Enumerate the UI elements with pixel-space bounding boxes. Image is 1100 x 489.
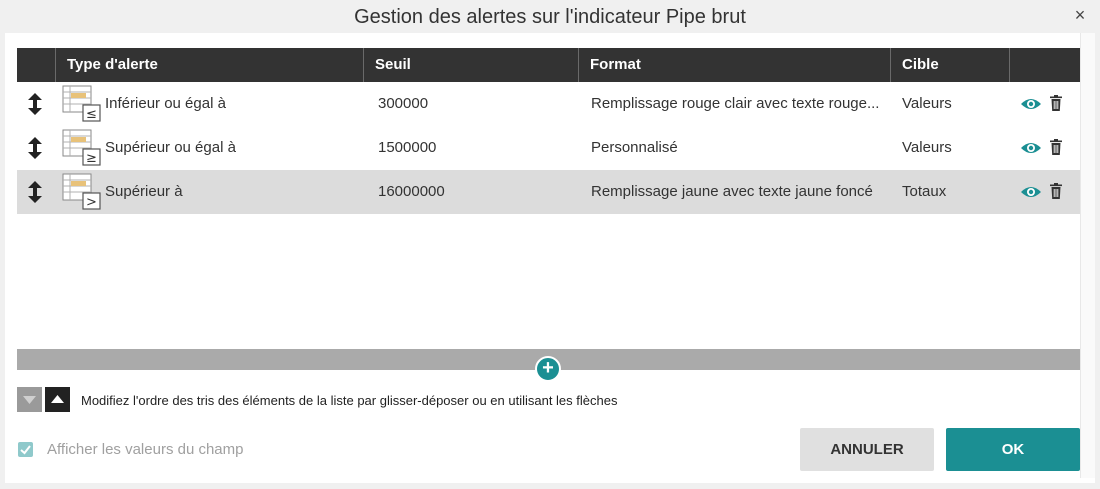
- vertical-scrollbar[interactable]: [1080, 33, 1095, 478]
- svg-text:≥: ≥: [86, 151, 97, 166]
- triangle-up-icon: [51, 395, 64, 403]
- show-values-label: Afficher les valeurs du champ: [47, 441, 244, 458]
- drag-handle-icon[interactable]: [27, 93, 43, 115]
- svg-text:≤: ≤: [86, 107, 97, 122]
- move-up-button[interactable]: [45, 387, 70, 412]
- threshold-cell: 16000000: [378, 183, 445, 200]
- grid-body: ≤ Inférieur ou égal à 300000 Remplissage…: [17, 82, 1080, 214]
- alerts-dialog: Gestion des alertes sur l'indicateur Pip…: [0, 0, 1100, 489]
- greater-than-grid-icon: >: [62, 173, 101, 210]
- greater-or-equal-grid-icon: ≥: [62, 129, 101, 166]
- sort-hint-text: Modifiez l'ordre des tris des éléments d…: [81, 393, 618, 408]
- eye-icon[interactable]: [1020, 97, 1042, 111]
- alert-type-cell: Supérieur à: [105, 183, 183, 200]
- trash-icon[interactable]: [1050, 95, 1062, 111]
- alerts-grid: Type d'alerte Seuil Format Cible ≤ Infér…: [17, 48, 1080, 214]
- header-format[interactable]: Format: [578, 48, 890, 82]
- add-alert-button[interactable]: +: [535, 356, 561, 382]
- eye-icon[interactable]: [1020, 185, 1042, 199]
- format-cell: Remplissage rouge clair avec texte rouge…: [591, 95, 880, 112]
- drag-handle-icon[interactable]: [27, 137, 43, 159]
- grid-header: Type d'alerte Seuil Format Cible: [17, 48, 1080, 82]
- eye-icon[interactable]: [1020, 141, 1042, 155]
- target-cell: Totaux: [902, 183, 947, 200]
- threshold-cell: 300000: [378, 95, 429, 112]
- alert-type-cell: Supérieur ou égal à: [105, 139, 236, 156]
- svg-text:>: >: [86, 195, 97, 210]
- close-button[interactable]: ×: [1072, 5, 1088, 25]
- dialog-content: Type d'alerte Seuil Format Cible ≤ Infér…: [5, 33, 1095, 483]
- header-order: [17, 48, 55, 82]
- trash-icon[interactable]: [1050, 183, 1062, 199]
- ok-button[interactable]: OK: [946, 428, 1080, 471]
- format-cell: Personnalisé: [591, 139, 678, 156]
- table-row[interactable]: ≥ Supérieur ou égal à 1500000 Personnali…: [17, 126, 1080, 170]
- cancel-button[interactable]: ANNULER: [800, 428, 934, 471]
- target-cell: Valeurs: [902, 95, 952, 112]
- format-cell: Remplissage jaune avec texte jaune foncé: [591, 183, 873, 200]
- trash-icon[interactable]: [1050, 139, 1062, 155]
- triangle-down-icon: [23, 396, 36, 404]
- show-values-checkbox[interactable]: [18, 442, 33, 457]
- header-alert-type[interactable]: Type d'alerte: [55, 48, 363, 82]
- alert-type-cell: Inférieur ou égal à: [105, 95, 226, 112]
- title-bar: Gestion des alertes sur l'indicateur Pip…: [0, 0, 1100, 33]
- header-target[interactable]: Cible: [890, 48, 1009, 82]
- target-cell: Valeurs: [902, 139, 952, 156]
- dialog-title: Gestion des alertes sur l'indicateur Pip…: [354, 6, 746, 28]
- header-threshold[interactable]: Seuil: [363, 48, 578, 82]
- less-or-equal-grid-icon: ≤: [62, 85, 101, 122]
- header-actions: [1009, 48, 1080, 82]
- table-row[interactable]: > Supérieur à 16000000 Remplissage jaune…: [17, 170, 1080, 214]
- table-row[interactable]: ≤ Inférieur ou égal à 300000 Remplissage…: [17, 82, 1080, 126]
- move-down-button[interactable]: [17, 387, 42, 412]
- drag-handle-icon[interactable]: [27, 181, 43, 203]
- checkmark-icon: [20, 445, 31, 455]
- threshold-cell: 1500000: [378, 139, 437, 156]
